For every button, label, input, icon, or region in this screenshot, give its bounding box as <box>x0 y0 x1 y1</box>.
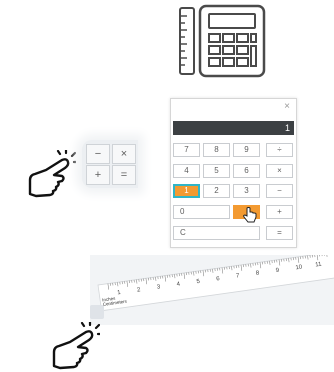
key-4[interactable]: 4 <box>173 164 200 178</box>
key-5[interactable]: 5 <box>203 164 230 178</box>
mini-plus-key[interactable]: + <box>86 165 110 185</box>
key-equals[interactable]: = <box>266 226 293 240</box>
mini-equals-key[interactable]: = <box>112 165 136 185</box>
tap-hand-icon <box>24 150 76 200</box>
close-button[interactable]: × <box>284 101 290 113</box>
ruler-handle-left[interactable] <box>90 305 104 319</box>
calculator-window: × 1 7 8 9 ÷ 4 5 6 × 1 2 3 − 0 + C = <box>170 98 297 248</box>
mini-times-key[interactable]: × <box>112 144 136 164</box>
key-minus[interactable]: − <box>266 184 293 198</box>
key-0[interactable]: 0 <box>173 205 230 219</box>
key-divide[interactable]: ÷ <box>266 143 293 157</box>
mini-minus-key[interactable]: − <box>86 144 110 164</box>
calculator-display: 1 <box>173 121 294 135</box>
ruler-panel: 1234567891011 Inches Centimeters <box>90 255 334 325</box>
ruler-graphic[interactable]: 1234567891011 Inches Centimeters <box>90 255 334 325</box>
key-3[interactable]: 3 <box>233 184 260 198</box>
key-multiply[interactable]: × <box>266 164 293 178</box>
key-9[interactable]: 9 <box>233 143 260 157</box>
key-plus[interactable]: + <box>266 205 293 219</box>
key-7[interactable]: 7 <box>173 143 200 157</box>
key-clear[interactable]: C <box>173 226 260 240</box>
key-8[interactable]: 8 <box>203 143 230 157</box>
calculator-ruler-icon <box>178 4 268 78</box>
mini-keypad: − × + = <box>82 140 138 188</box>
key-6[interactable]: 6 <box>233 164 260 178</box>
key-1[interactable]: 1 <box>173 184 200 198</box>
key-2[interactable]: 2 <box>203 184 230 198</box>
cursor-hand-icon <box>243 207 257 223</box>
